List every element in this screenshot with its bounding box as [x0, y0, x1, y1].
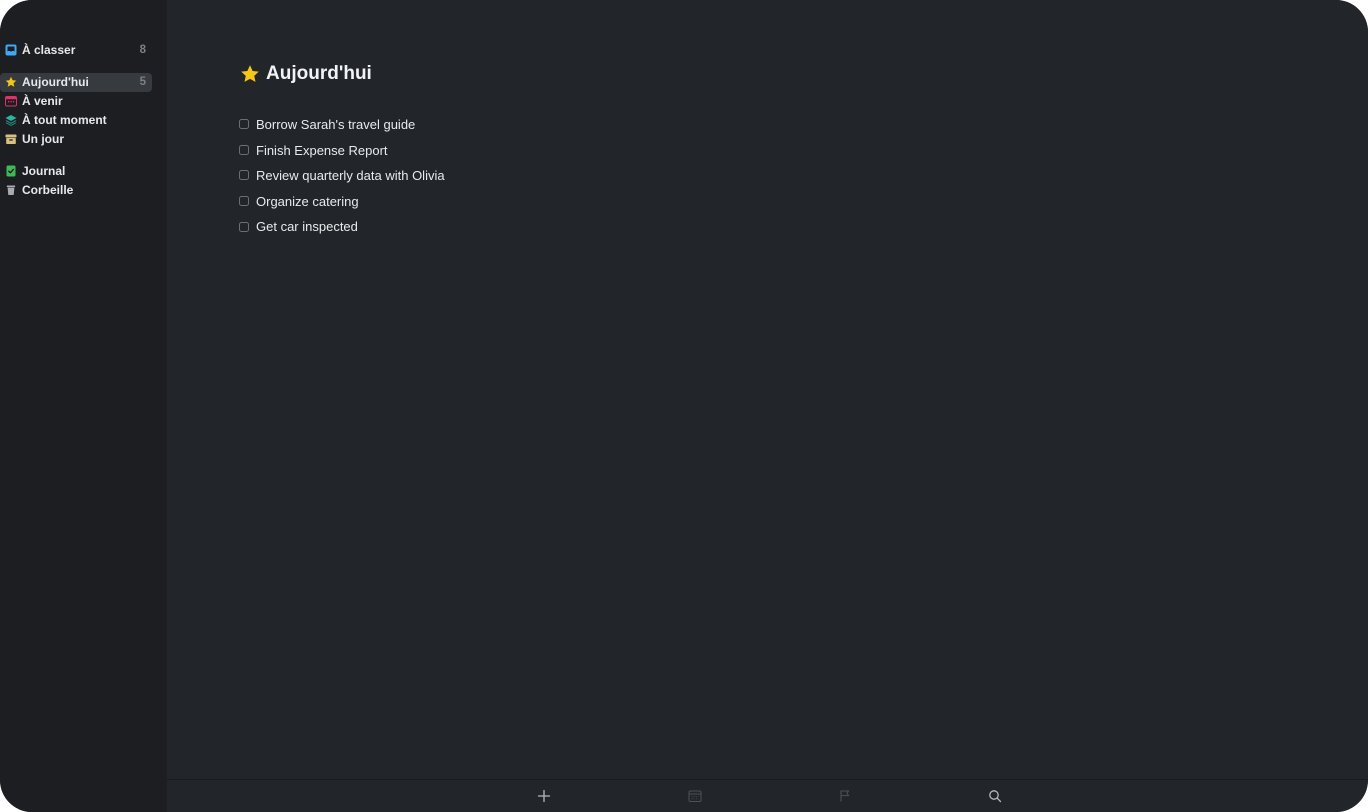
task-list: Borrow Sarah's travel guide Finish Expen…: [239, 115, 445, 243]
search-button[interactable]: [987, 788, 1003, 804]
sidebar-item-upcoming[interactable]: À venir: [0, 92, 152, 111]
task-checkbox[interactable]: [239, 170, 249, 181]
sidebar-item-label: Un jour: [22, 132, 64, 146]
search-icon: [989, 790, 1002, 803]
sidebar: À classer 8 Aujourd'hui 5 À venir À tout…: [0, 0, 167, 812]
sidebar-item-trash[interactable]: Corbeille: [0, 181, 152, 200]
sidebar-item-count: 8: [139, 44, 146, 56]
trash-icon: [5, 184, 17, 196]
sidebar-item-logbook[interactable]: Journal: [0, 162, 152, 181]
archive-box-icon: [5, 133, 17, 145]
task-row[interactable]: Organize catering: [239, 192, 359, 218]
layers-icon: [5, 114, 17, 126]
sidebar-item-anytime[interactable]: À tout moment: [0, 111, 152, 130]
plus-icon: [537, 789, 551, 803]
calendar-icon: [688, 790, 702, 802]
task-row[interactable]: Review quarterly data with Olivia: [239, 166, 445, 192]
sidebar-item-someday[interactable]: Un jour: [0, 130, 152, 149]
flag-icon: [840, 790, 850, 802]
task-row[interactable]: Finish Expense Report: [239, 141, 388, 167]
task-title[interactable]: Organize catering: [256, 194, 359, 210]
task-checkbox[interactable]: [239, 221, 249, 232]
when-button[interactable]: [687, 788, 703, 804]
task-title[interactable]: Get car inspected: [256, 219, 358, 235]
inbox-tray-icon: [5, 44, 17, 56]
bottom-toolbar: [167, 779, 1368, 812]
sidebar-item-label: Journal: [22, 164, 66, 178]
logbook-check-icon: [5, 165, 17, 177]
task-row[interactable]: Get car inspected: [239, 217, 358, 243]
page-title: Aujourd'hui: [240, 61, 372, 87]
task-checkbox[interactable]: [239, 144, 249, 155]
sidebar-item-label: À classer: [22, 43, 76, 57]
task-checkbox[interactable]: [239, 196, 249, 207]
app-window: À classer 8 Aujourd'hui 5 À venir À tout…: [0, 0, 1368, 812]
sidebar-item-today[interactable]: Aujourd'hui 5: [0, 73, 152, 92]
task-title[interactable]: Finish Expense Report: [256, 143, 388, 159]
sidebar-item-label: À tout moment: [22, 113, 107, 127]
task-row[interactable]: Borrow Sarah's travel guide: [239, 115, 415, 141]
sidebar-item-label: À venir: [22, 94, 63, 108]
page-title-text: Aujourd'hui: [266, 63, 372, 84]
task-title[interactable]: Borrow Sarah's travel guide: [256, 117, 415, 133]
task-checkbox[interactable]: [239, 119, 249, 130]
new-task-button[interactable]: [536, 788, 552, 804]
sidebar-item-label: Corbeille: [22, 183, 74, 197]
star-icon: [240, 64, 260, 84]
sidebar-item-inbox[interactable]: À classer 8: [0, 41, 152, 60]
deadline-button[interactable]: [837, 788, 853, 804]
task-title[interactable]: Review quarterly data with Olivia: [256, 168, 445, 184]
main-content: Aujourd'hui Borrow Sarah's travel guide …: [167, 0, 1368, 779]
sidebar-item-count: 5: [139, 76, 146, 88]
star-icon: [5, 76, 17, 88]
calendar-icon: [5, 95, 17, 107]
sidebar-item-label: Aujourd'hui: [22, 75, 89, 89]
